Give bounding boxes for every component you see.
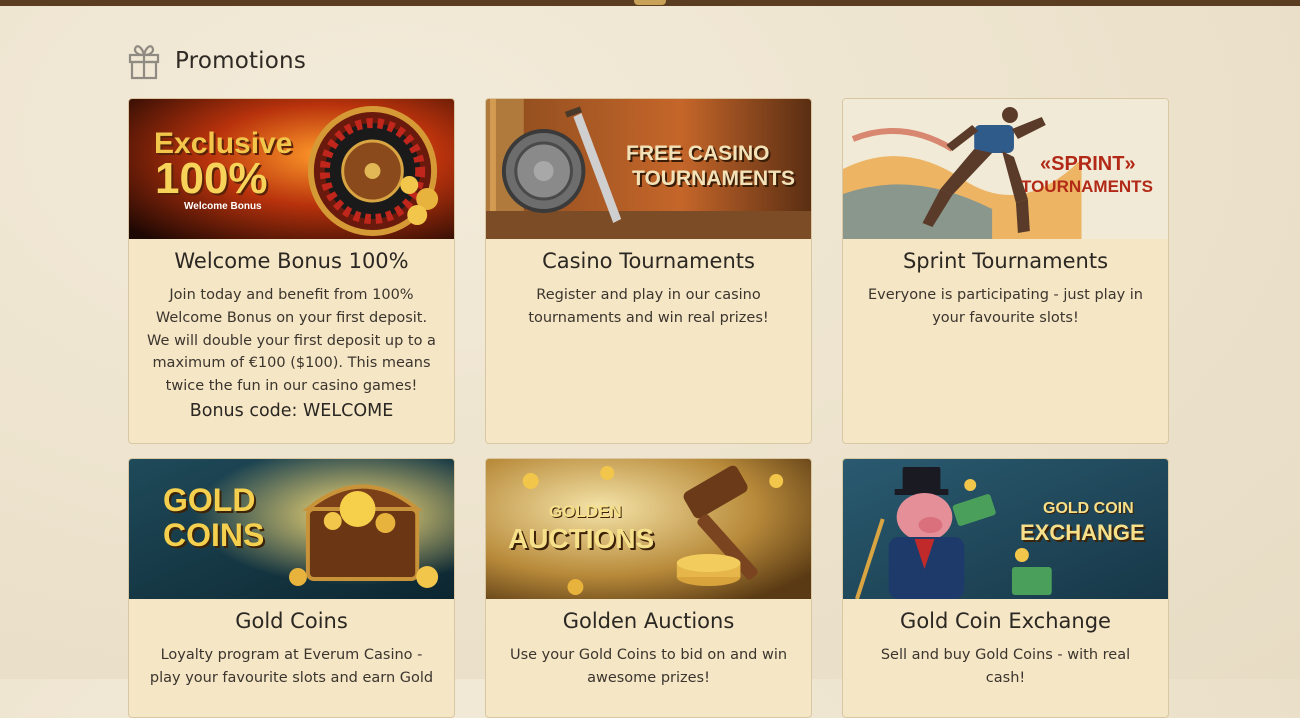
gold-coins-banner-line1: GOLD xyxy=(163,482,256,518)
page-title: Promotions xyxy=(175,48,307,74)
promo-card-casino-tournaments[interactable]: FREE CASINO TOURNAMENTS Casino Tournamen… xyxy=(485,98,812,444)
sprint-banner-line2: TOURNAMENTS xyxy=(1021,177,1153,196)
promo-card-welcome-bonus[interactable]: Exclusive 100% Welcome Bonus Welcome Bon… xyxy=(128,98,455,444)
promo-title[interactable]: Gold Coin Exchange xyxy=(843,609,1168,633)
promo-description: Sell and buy Gold Coins - with real cash… xyxy=(880,647,1131,686)
promo-title[interactable]: Sprint Tournaments xyxy=(843,249,1168,273)
promo-title[interactable]: Gold Coins xyxy=(129,609,454,633)
exchange-banner-line1: GOLD COIN xyxy=(1043,500,1134,517)
promo-card-gold-coin-exchange[interactable]: GOLD COIN EXCHANGE Gold Coin Exchange Se… xyxy=(842,458,1169,718)
sprint-tournaments-banner[interactable]: «SPRINT» TOURNAMENTS xyxy=(843,99,1168,239)
sprint-banner-line1: «SPRINT» xyxy=(1040,153,1136,175)
exchange-banner-line2: EXCHANGE xyxy=(1020,520,1145,545)
gift-icon xyxy=(128,45,160,80)
promo-title[interactable]: Casino Tournaments xyxy=(486,249,811,273)
gold-coin-exchange-banner[interactable]: GOLD COIN EXCHANGE xyxy=(843,459,1168,599)
welcome-banner-line3: Welcome Bonus xyxy=(184,201,262,212)
top-bar xyxy=(0,0,1300,6)
welcome-bonus-banner[interactable]: Exclusive 100% Welcome Bonus xyxy=(129,99,454,239)
welcome-banner-line2: 100% xyxy=(155,154,268,203)
promo-description: Register and play in our casino tourname… xyxy=(528,287,769,326)
casino-tournaments-banner[interactable]: FREE CASINO TOURNAMENTS xyxy=(486,99,811,239)
bonus-code: Bonus code: WELCOME xyxy=(189,400,394,421)
promotions-header: Promotions xyxy=(127,42,306,80)
promo-description: Join today and benefit from 100% Welcome… xyxy=(147,287,436,395)
promo-title[interactable]: Golden Auctions xyxy=(486,609,811,633)
top-bar-ornament xyxy=(634,0,666,5)
promo-card-sprint-tournaments[interactable]: «SPRINT» TOURNAMENTS Sprint Tournaments … xyxy=(842,98,1169,444)
auctions-banner-line2: AUCTIONS xyxy=(508,523,655,554)
gold-coins-banner-line2: COINS xyxy=(163,517,265,553)
promo-card-gold-coins[interactable]: GOLD COINS Gold Coins Loyalty program at… xyxy=(128,458,455,718)
casino-banner-line1: FREE CASINO xyxy=(626,142,770,165)
casino-banner-line2: TOURNAMENTS xyxy=(632,167,795,190)
promo-description: Use your Gold Coins to bid on and win aw… xyxy=(509,647,788,686)
golden-auctions-banner[interactable]: GOLDEN AUCTIONS xyxy=(486,459,811,599)
promo-title[interactable]: Welcome Bonus 100% xyxy=(129,249,454,273)
promo-description: Everyone is participating - just play in… xyxy=(868,287,1143,326)
gold-coins-banner[interactable]: GOLD COINS xyxy=(129,459,454,599)
promo-description: Loyalty program at Everum Casino - play … xyxy=(149,647,434,686)
auctions-banner-line1: GOLDEN xyxy=(549,502,622,521)
promo-card-golden-auctions[interactable]: GOLDEN AUCTIONS Golden Auctions Use your… xyxy=(485,458,812,718)
